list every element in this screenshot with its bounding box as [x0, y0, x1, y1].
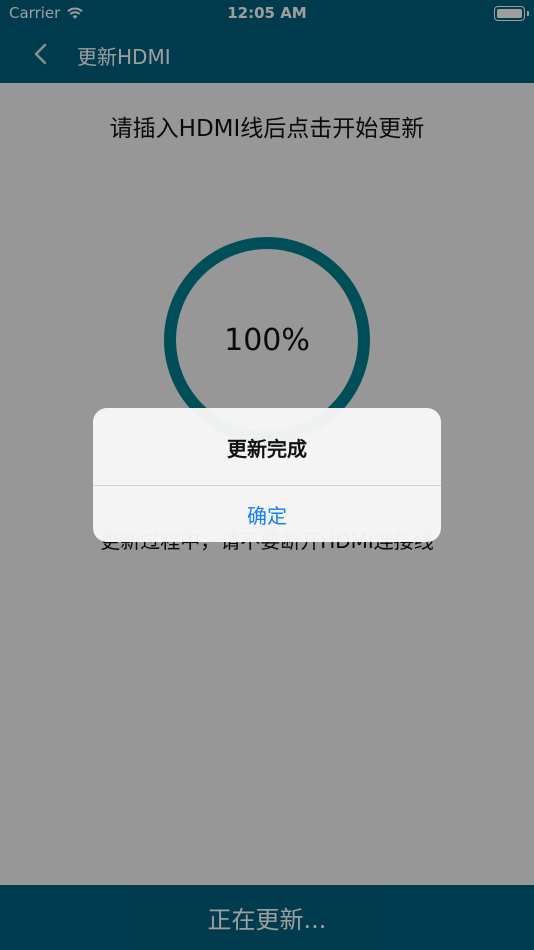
confirm-button[interactable]: 确定: [93, 486, 441, 542]
alert-dialog: 更新完成 确定: [93, 408, 441, 542]
alert-title: 更新完成: [227, 437, 307, 461]
